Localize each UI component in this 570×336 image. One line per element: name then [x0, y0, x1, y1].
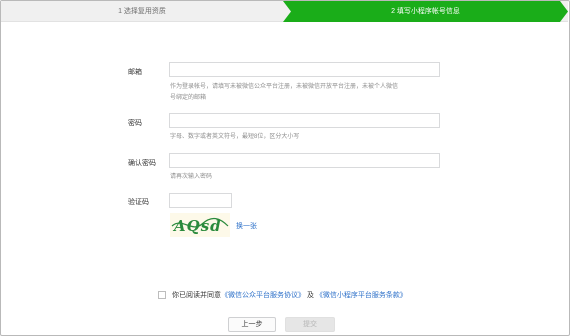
agreement-joiner: 及 [306, 292, 314, 299]
password-input[interactable] [169, 113, 440, 128]
progress-stepper: 1 选择复用资质 2 填写小程序帐号信息 [1, 1, 568, 22]
step-1-label: 1 选择复用资质 [118, 8, 166, 15]
agreement-checkbox[interactable] [158, 291, 166, 299]
confirm-password-input[interactable] [169, 153, 440, 168]
agreement-prefix: 你已阅读并同意 [172, 292, 221, 299]
email-hint-line-2: 号绑定的邮箱 [170, 95, 207, 101]
captcha-input[interactable] [169, 193, 232, 208]
platform-service-agreement-link[interactable]: 《微信公众平台服务协议》 [221, 292, 305, 299]
miniprogram-terms-link[interactable]: 《微信小程序平台服务条款》 [316, 292, 407, 299]
previous-step-button[interactable]: 上一步 [228, 317, 276, 332]
agreement-row: 你已阅读并同意《微信公众平台服务协议》 及 《微信小程序平台服务条款》 [158, 290, 407, 300]
confirm-password-hint: 请再次输入密码 [170, 174, 213, 180]
step-select-qualification: 1 选择复用资质 [1, 1, 283, 22]
captcha-label: 验证码 [128, 199, 149, 206]
password-hint: 字母、数字或者英文符号，最短8位，区分大小写 [170, 134, 300, 140]
confirm-password-label: 确认密码 [128, 160, 156, 167]
submit-button[interactable]: 提交 [285, 317, 335, 332]
email-input[interactable] [169, 62, 440, 77]
email-label: 邮箱 [128, 69, 142, 76]
captcha-text: AQsd [172, 217, 222, 235]
password-label: 密码 [128, 120, 142, 127]
captcha-refresh-link[interactable]: 换一张 [236, 221, 257, 231]
email-hint: 作为登录帐号，请填写未被微信公众平台注册，未被微信开放平台注册，未被个人微信 号… [170, 82, 445, 104]
captcha-graphic: AQsd [171, 217, 229, 235]
captcha-image: AQsd [170, 213, 230, 237]
email-hint-line-1: 作为登录帐号，请填写未被微信公众平台注册，未被微信开放平台注册，未被个人微信 [170, 84, 399, 90]
step-fill-account-info: 2 填写小程序帐号信息 [283, 1, 568, 22]
step-2-label: 2 填写小程序帐号信息 [391, 8, 460, 15]
dialog-frame [0, 0, 570, 336]
